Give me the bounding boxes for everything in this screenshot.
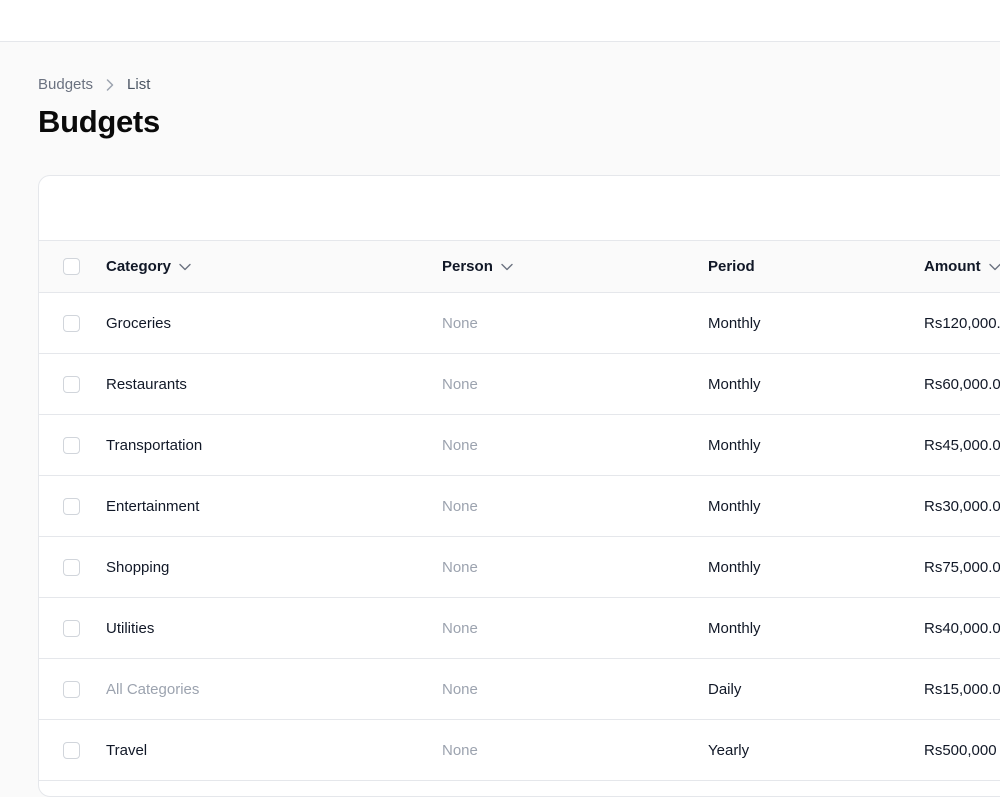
table-row[interactable]: Transportation None Monthly Rs45,000.0 (39, 415, 1000, 476)
column-header-category[interactable]: Category (106, 241, 191, 292)
amount-cell: Rs40,000.0 (924, 619, 1000, 637)
table-row[interactable]: Travel None Yearly Rs500,000 (39, 720, 1000, 781)
person-cell: None (442, 314, 478, 332)
table-row[interactable]: Restaurants None Monthly Rs60,000.0 (39, 354, 1000, 415)
period-cell: Yearly (708, 741, 750, 759)
row-checkbox-cell (63, 476, 80, 536)
person-cell: None (442, 619, 478, 637)
person-cell: None (442, 741, 478, 759)
row-checkbox[interactable] (63, 436, 80, 454)
chevron-right-icon (105, 78, 115, 92)
period-cell: Monthly (708, 314, 761, 332)
amount-cell: Rs500,000 (924, 741, 997, 759)
amount-cell: Rs60,000.0 (924, 375, 1000, 393)
row-checkbox[interactable] (63, 741, 80, 759)
column-header-amount-label: Amount (924, 258, 981, 275)
person-cell: None (442, 436, 478, 454)
column-header-person-label: Person (442, 258, 493, 275)
row-checkbox[interactable] (63, 680, 80, 698)
table-toolbar (39, 176, 1000, 241)
chevron-down-icon (179, 261, 191, 273)
row-checkbox[interactable] (63, 619, 80, 637)
table-row[interactable]: Shopping None Monthly Rs75,000.0 (39, 537, 1000, 598)
table-row[interactable]: Utilities None Monthly Rs40,000.0 (39, 598, 1000, 659)
row-checkbox-cell (63, 659, 80, 719)
breadcrumb-current-list: List (127, 76, 151, 93)
budgets-table-card: Category Person Period Amount Groceries … (38, 175, 1000, 797)
breadcrumb-link-budgets[interactable]: Budgets (38, 76, 93, 93)
top-bar (0, 0, 1000, 42)
person-cell: None (442, 497, 478, 515)
row-checkbox-cell (63, 354, 80, 414)
row-checkbox[interactable] (63, 375, 80, 393)
category-cell: Restaurants (106, 375, 187, 393)
person-cell: None (442, 558, 478, 576)
amount-cell: Rs120,000. (924, 314, 1000, 332)
amount-cell: Rs15,000.0 (924, 680, 1000, 698)
column-header-period: Period (708, 241, 755, 292)
select-all-checkbox[interactable] (63, 258, 80, 275)
select-all-cell (63, 241, 80, 292)
period-cell: Daily (708, 680, 742, 698)
column-header-category-label: Category (106, 258, 172, 275)
period-cell: Monthly (708, 619, 761, 637)
category-cell: Utilities (106, 619, 155, 637)
category-cell: All Categories (106, 680, 200, 698)
amount-cell: Rs75,000.0 (924, 558, 1000, 576)
breadcrumb: Budgets List (38, 76, 150, 93)
row-checkbox-cell (63, 415, 80, 475)
category-cell: Entertainment (106, 497, 200, 515)
period-cell: Monthly (708, 375, 761, 393)
category-cell: Groceries (106, 314, 172, 332)
row-checkbox[interactable] (63, 314, 80, 332)
table-row[interactable]: Groceries None Monthly Rs120,000. (39, 293, 1000, 354)
row-checkbox[interactable] (63, 558, 80, 576)
table-row[interactable]: Entertainment None Monthly Rs30,000.0 (39, 476, 1000, 537)
period-cell: Monthly (708, 497, 761, 515)
column-header-amount[interactable]: Amount (924, 241, 1000, 292)
row-checkbox-cell (63, 598, 80, 658)
table-row[interactable]: All Categories None Daily Rs15,000.0 (39, 659, 1000, 720)
page-title: Budgets (38, 104, 160, 139)
row-checkbox[interactable] (63, 497, 80, 515)
column-header-period-label: Period (708, 258, 755, 275)
period-cell: Monthly (708, 558, 761, 576)
person-cell: None (442, 680, 478, 698)
amount-cell: Rs30,000.0 (924, 497, 1000, 515)
category-cell: Transportation (106, 436, 203, 454)
category-cell: Shopping (106, 558, 170, 576)
column-header-person[interactable]: Person (442, 241, 513, 292)
table-header-row: Category Person Period Amount (39, 241, 1000, 293)
row-checkbox-cell (63, 537, 80, 597)
category-cell: Travel (106, 741, 148, 759)
row-checkbox-cell (63, 293, 80, 353)
chevron-down-icon (988, 261, 1000, 273)
amount-cell: Rs45,000.0 (924, 436, 1000, 454)
period-cell: Monthly (708, 436, 761, 454)
row-checkbox-cell (63, 720, 80, 780)
person-cell: None (442, 375, 478, 393)
chevron-down-icon (501, 261, 513, 273)
